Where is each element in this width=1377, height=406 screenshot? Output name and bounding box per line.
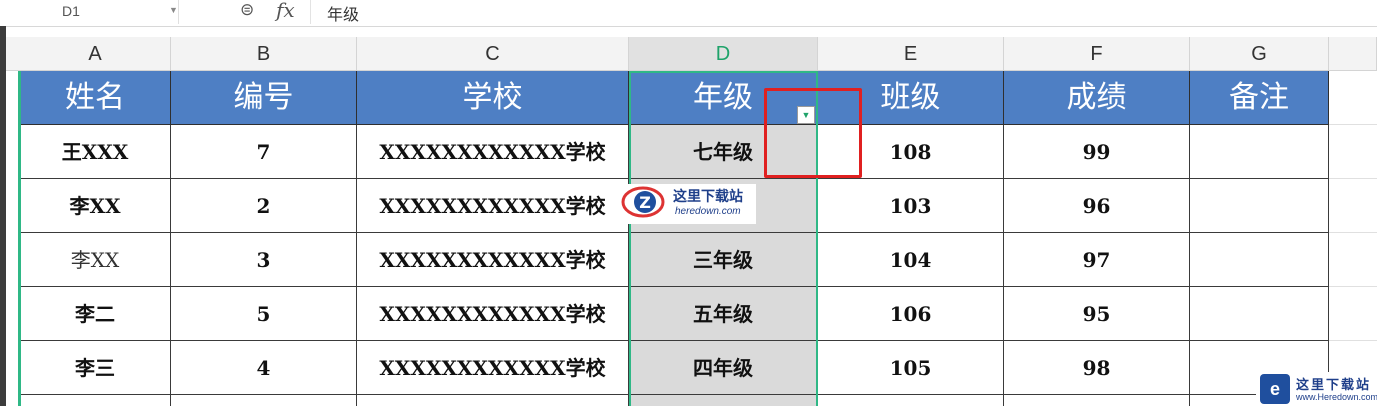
watermark-url: heredown.com — [675, 206, 741, 217]
cell-id[interactable]: 7 — [171, 125, 357, 179]
cell-grade[interactable]: 五年级 — [629, 287, 818, 341]
cell-class[interactable]: 105 — [818, 341, 1004, 395]
cell-score[interactable]: 97 — [1004, 233, 1190, 287]
cell-reference: D1 — [62, 3, 80, 19]
highlight-annotation — [764, 88, 862, 178]
cell-score[interactable]: 95 — [1004, 287, 1190, 341]
corner-watermark: e 这里下载站 www.Heredown.com — [1256, 372, 1377, 406]
header-cell[interactable]: 编号 — [171, 71, 357, 125]
name-box[interactable]: D1 ▼ — [0, 0, 179, 24]
cell-empty[interactable] — [629, 395, 818, 406]
cell-id[interactable]: 4 — [171, 341, 357, 395]
cell-empty[interactable] — [357, 395, 629, 406]
cell-name[interactable]: 李三 — [20, 341, 171, 395]
column-header-d[interactable]: D — [629, 37, 818, 71]
column-header-c[interactable]: C — [357, 37, 629, 71]
site-logo-icon: e — [1260, 374, 1290, 404]
cell-note[interactable] — [1190, 179, 1329, 233]
column-header-a[interactable]: A — [20, 37, 171, 71]
cell-grade[interactable]: 三年级 — [629, 233, 818, 287]
cell-school[interactable]: XXXXXXXXXXXX学校 — [357, 341, 629, 395]
cell-name[interactable]: 李XX — [20, 233, 171, 287]
cell-empty[interactable] — [20, 395, 171, 406]
cell-score[interactable]: 98 — [1004, 341, 1190, 395]
column-header-b[interactable]: B — [171, 37, 357, 71]
header-cell[interactable]: 学校 — [357, 71, 629, 125]
select-all-corner[interactable] — [6, 37, 20, 71]
cell-class[interactable]: 106 — [818, 287, 1004, 341]
cell-school[interactable]: XXXXXXXXXXXX学校 — [357, 233, 629, 287]
cell-id[interactable]: 5 — [171, 287, 357, 341]
gridline — [1329, 286, 1377, 287]
cell-name[interactable]: 王XXX — [20, 125, 171, 179]
watermark: Z 这里下载站 heredown.com — [621, 184, 756, 224]
cell-school[interactable]: XXXXXXXXXXXX学校 — [357, 287, 629, 341]
cell-school[interactable]: XXXXXXXXXXXX学校 — [357, 125, 629, 179]
cell-empty[interactable] — [171, 395, 357, 406]
svg-text:Z: Z — [639, 193, 651, 212]
cell-empty[interactable] — [818, 395, 1004, 406]
cell-score[interactable]: 99 — [1004, 125, 1190, 179]
fx-icon[interactable]: fx — [276, 0, 295, 22]
column-header-f[interactable]: F — [1004, 37, 1190, 71]
gridline — [1329, 340, 1377, 341]
column-header-g[interactable]: G — [1190, 37, 1329, 71]
header-cell[interactable]: 备注 — [1190, 71, 1329, 125]
watermark-text: 这里下载站 — [673, 189, 743, 205]
cell-empty[interactable] — [1004, 395, 1190, 406]
gridline — [1329, 232, 1377, 233]
formula-separator — [310, 0, 311, 24]
cell-note[interactable] — [1190, 233, 1329, 287]
watermark-logo-icon: Z — [621, 186, 665, 218]
cell-class[interactable]: 104 — [818, 233, 1004, 287]
cell-score[interactable]: 96 — [1004, 179, 1190, 233]
formula-bar: D1 ▼ ⊜ fx 年级 — [0, 0, 1377, 27]
corner-watermark-url: www.Heredown.com — [1296, 392, 1377, 402]
cell-class[interactable]: 103 — [818, 179, 1004, 233]
gridline — [1329, 178, 1377, 179]
cell-note[interactable] — [1190, 125, 1329, 179]
window-edge — [0, 26, 6, 406]
cell-school[interactable]: XXXXXXXXXXXX学校 — [357, 179, 629, 233]
cell-note[interactable] — [1190, 287, 1329, 341]
column-header-h[interactable] — [1329, 37, 1377, 71]
row-selection-indicator — [18, 71, 21, 406]
header-cell[interactable]: 姓名 — [20, 71, 171, 125]
gridline — [1329, 124, 1377, 125]
cell-name[interactable]: 李XX — [20, 179, 171, 233]
header-cell[interactable]: 成绩 — [1004, 71, 1190, 125]
chevron-down-icon[interactable]: ▼ — [169, 5, 178, 15]
formula-input[interactable]: 年级 — [327, 1, 359, 25]
column-header-e[interactable]: E — [818, 37, 1004, 71]
corner-watermark-text: 这里下载站 — [1296, 378, 1372, 393]
cell-id[interactable]: 3 — [171, 233, 357, 287]
cell-grade[interactable]: 四年级 — [629, 341, 818, 395]
cell-id[interactable]: 2 — [171, 179, 357, 233]
cell-name[interactable]: 李二 — [20, 287, 171, 341]
zoom-icon[interactable]: ⊜ — [240, 0, 254, 20]
